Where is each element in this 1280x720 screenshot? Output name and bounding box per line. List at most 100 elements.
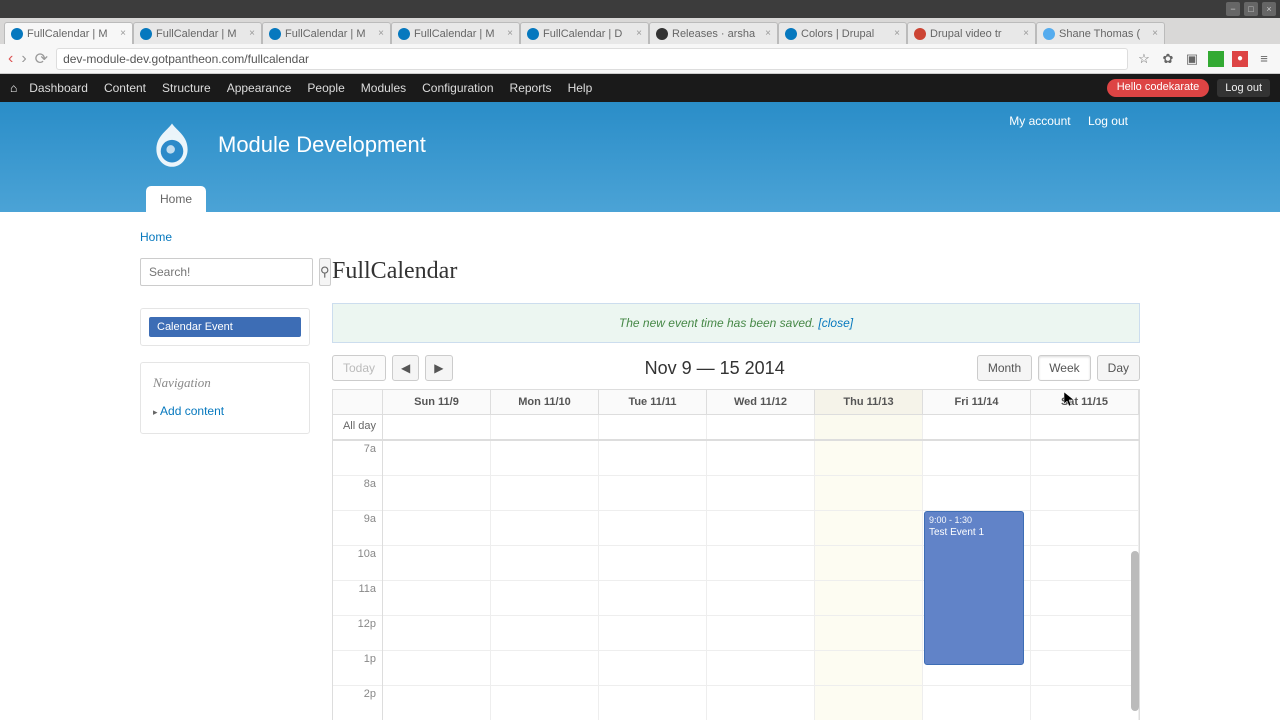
calendar-event[interactable]: 9:00 - 1:30Test Event 1 [924,511,1024,665]
time-label: 8a [333,476,382,511]
day-column[interactable] [491,441,599,720]
search-button[interactable]: ⚲ [319,258,331,286]
next-button[interactable]: ▶ [425,355,452,381]
maximize-icon[interactable]: □ [1244,2,1258,16]
tab-favicon-icon [11,28,23,40]
address-bar[interactable]: dev-module-dev.gotpantheon.com/fullcalen… [56,48,1128,70]
admin-menu-item[interactable]: Dashboard [29,81,88,95]
admin-menu-item[interactable]: Structure [162,81,211,95]
admin-menu-item[interactable]: Configuration [422,81,493,95]
today-button[interactable]: Today [332,355,386,381]
day-column[interactable] [1031,441,1139,720]
tab-close-icon[interactable]: × [249,28,255,39]
allday-cell[interactable] [599,415,707,439]
nav-add-content[interactable]: Add content [153,401,297,421]
day-header[interactable]: Wed 11/12 [707,390,815,414]
day-header[interactable]: Thu 11/13 [815,390,923,414]
tab-close-icon[interactable]: × [120,28,126,39]
tab-close-icon[interactable]: × [765,28,771,39]
home-icon[interactable]: ⌂ [10,81,17,95]
forward-icon[interactable]: › [21,50,26,68]
my-account-link[interactable]: My account [1009,114,1070,128]
browser-tab[interactable]: FullCalendar | M× [133,22,262,44]
star-icon[interactable]: ☆ [1136,51,1152,67]
browser-tab[interactable]: FullCalendar | M× [4,22,133,44]
browser-tab[interactable]: FullCalendar | D× [520,22,649,44]
browser-tab[interactable]: Shane Thomas (× [1036,22,1165,44]
day-header[interactable]: Sun 11/9 [383,390,491,414]
tab-close-icon[interactable]: × [636,28,642,39]
day-column[interactable] [599,441,707,720]
logout-link[interactable]: Log out [1088,114,1128,128]
day-header[interactable]: Tue 11/11 [599,390,707,414]
admin-menu-item[interactable]: Help [568,81,593,95]
close-icon[interactable]: × [1262,2,1276,16]
day-column[interactable] [707,441,815,720]
allday-cell[interactable] [383,415,491,439]
view-week-button[interactable]: Week [1038,355,1090,381]
extension-icon[interactable] [1208,51,1224,67]
tab-close-icon[interactable]: × [894,28,900,39]
site-title[interactable]: Module Development [218,132,426,158]
admin-menu-item[interactable]: Reports [510,81,552,95]
time-label: 10a [333,546,382,581]
browser-tab[interactable]: Drupal video tr× [907,22,1036,44]
admin-menu-item[interactable]: Appearance [227,81,292,95]
day-column[interactable] [815,441,923,720]
tab-favicon-icon [1043,28,1055,40]
tab-home[interactable]: Home [146,186,206,212]
menu-icon[interactable]: ≡ [1256,51,1272,67]
hello-badge[interactable]: Hello codekarate [1107,79,1210,97]
allday-cell[interactable] [1031,415,1139,439]
allday-cell[interactable] [815,415,923,439]
main-content: FullCalendar The new event time has been… [332,258,1140,720]
pocket-icon[interactable]: ▣ [1184,51,1200,67]
event-time: 9:00 - 1:30 [929,515,1019,525]
drupal-logo-icon[interactable] [146,120,198,172]
admin-logout-button[interactable]: Log out [1217,79,1270,97]
browser-tab[interactable]: Releases · arsha× [649,22,778,44]
back-icon[interactable]: ‹ [8,50,13,68]
gear-icon[interactable]: ✿ [1160,51,1176,67]
browser-tab-strip: FullCalendar | M×FullCalendar | M×FullCa… [0,18,1280,44]
view-day-button[interactable]: Day [1097,355,1140,381]
tab-close-icon[interactable]: × [378,28,384,39]
browser-toolbar: ‹ › ⟳ dev-module-dev.gotpantheon.com/ful… [0,44,1280,74]
admin-menu-item[interactable]: Content [104,81,146,95]
day-header[interactable]: Sat 11/15 [1031,390,1139,414]
calendar-event-button[interactable]: Calendar Event [149,317,301,337]
allday-cell[interactable] [923,415,1031,439]
time-label: 12p [333,616,382,651]
tab-favicon-icon [527,28,539,40]
allday-label: All day [333,415,383,439]
view-month-button[interactable]: Month [977,355,1032,381]
tab-favicon-icon [269,28,281,40]
day-header[interactable]: Mon 11/10 [491,390,599,414]
allday-cell[interactable] [491,415,599,439]
tab-close-icon[interactable]: × [507,28,513,39]
day-column[interactable]: 9:00 - 1:30Test Event 1 [923,441,1031,720]
browser-tab[interactable]: FullCalendar | M× [391,22,520,44]
allday-cell[interactable] [707,415,815,439]
minimize-icon[interactable]: − [1226,2,1240,16]
day-header[interactable]: Fri 11/14 [923,390,1031,414]
breadcrumb[interactable]: Home [140,230,1140,244]
tab-close-icon[interactable]: × [1152,28,1158,39]
tab-close-icon[interactable]: × [1023,28,1029,39]
message-close-link[interactable]: [close] [818,316,853,330]
tab-favicon-icon [785,28,797,40]
page-viewport: Module Development My account Log out Ho… [0,102,1280,720]
scrollbar-thumb[interactable] [1131,551,1139,711]
extension-icon[interactable]: ● [1232,51,1248,67]
browser-tab[interactable]: FullCalendar | M× [262,22,391,44]
reload-icon[interactable]: ⟳ [35,49,48,69]
prev-button[interactable]: ◀ [392,355,419,381]
admin-menu-item[interactable]: Modules [361,81,406,95]
day-column[interactable] [383,441,491,720]
calendar-widget[interactable]: Sun 11/9Mon 11/10Tue 11/11Wed 11/12Thu 1… [332,389,1140,720]
search-input[interactable] [140,258,313,286]
tab-favicon-icon [398,28,410,40]
admin-menu-item[interactable]: People [307,81,344,95]
browser-tab[interactable]: Colors | Drupal× [778,22,907,44]
user-links: My account Log out [995,114,1128,128]
